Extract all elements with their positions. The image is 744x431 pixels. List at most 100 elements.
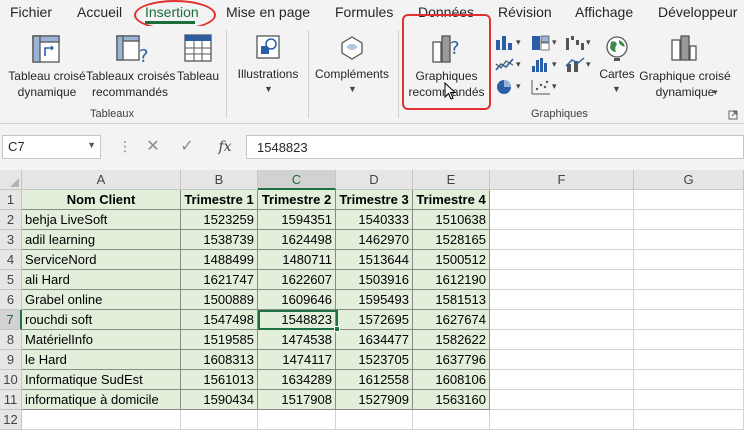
quarter-value-cell[interactable]: 1572695 (336, 310, 413, 330)
quarter-value-cell[interactable]: 1462970 (336, 230, 413, 250)
row-header-10[interactable]: 10 (0, 370, 22, 390)
quarter-value-cell[interactable]: 1528165 (413, 230, 490, 250)
cell[interactable] (634, 410, 744, 430)
client-name-cell[interactable]: Informatique SudEst (22, 370, 181, 390)
quarter-value-cell[interactable]: 1609646 (258, 290, 336, 310)
column-header-a[interactable]: A (22, 170, 181, 190)
pie-chart-icon[interactable] (494, 78, 516, 96)
cell[interactable] (336, 410, 413, 430)
client-name-cell[interactable]: ServiceNord (22, 250, 181, 270)
name-box-dropdown-icon[interactable]: ▼ (87, 140, 96, 150)
quarter-value-cell[interactable]: 1500512 (413, 250, 490, 270)
row-header-4[interactable]: 4 (0, 250, 22, 270)
pivot-table-icon[interactable] (31, 34, 61, 64)
cell[interactable] (634, 210, 744, 230)
cell[interactable] (490, 270, 634, 290)
pivot-chart-dropdown-icon[interactable]: ▾ (713, 87, 718, 98)
cell[interactable] (490, 310, 634, 330)
tab-formules[interactable]: Formules (335, 4, 393, 20)
column-chart-icon[interactable] (494, 34, 516, 52)
cell[interactable] (490, 390, 634, 410)
illustrations-dropdown-icon[interactable]: ▼ (264, 84, 273, 94)
row-header-8[interactable]: 8 (0, 330, 22, 350)
tab-affichage[interactable]: Affichage (575, 4, 633, 20)
quarter-value-cell[interactable]: 1621747 (181, 270, 258, 290)
quarter-value-cell[interactable]: 1523705 (336, 350, 413, 370)
table-icon[interactable] (184, 34, 212, 64)
statistic-chart-dropdown-icon[interactable]: ▾ (552, 59, 557, 70)
cell[interactable] (634, 250, 744, 270)
quarter-value-cell[interactable]: 1480711 (258, 250, 336, 270)
column-header-e[interactable]: E (413, 170, 490, 190)
row-header-2[interactable]: 2 (0, 210, 22, 230)
hierarchy-chart-icon[interactable] (530, 34, 552, 52)
column-header-d[interactable]: D (336, 170, 413, 190)
quarter-value-cell[interactable]: 1513644 (336, 250, 413, 270)
cell[interactable] (490, 350, 634, 370)
quarter-value-cell[interactable]: 1500889 (181, 290, 258, 310)
cell[interactable] (22, 410, 181, 430)
table-header-cell[interactable]: Trimestre 2 (258, 190, 336, 210)
client-name-cell[interactable]: ali Hard (22, 270, 181, 290)
cell[interactable] (634, 190, 744, 210)
waterfall-chart-icon[interactable] (564, 34, 586, 52)
client-name-cell[interactable]: informatique à domicile (22, 390, 181, 410)
cell[interactable] (490, 190, 634, 210)
maps-label[interactable]: Cartes (594, 66, 640, 82)
client-name-cell[interactable]: rouchdi soft (22, 310, 181, 330)
quarter-value-cell[interactable]: 1488499 (181, 250, 258, 270)
cell[interactable] (634, 330, 744, 350)
quarter-value-cell[interactable]: 1582622 (413, 330, 490, 350)
pivot-chart-label[interactable]: Graphique croisé dynamique (636, 68, 734, 100)
recommended-pivot-icon[interactable]: ? (115, 32, 151, 66)
tab-revision[interactable]: Révision (498, 4, 552, 20)
pivot-table-label[interactable]: Tableau croisé dynamique (4, 68, 90, 100)
column-header-c[interactable]: C (258, 170, 336, 190)
cell[interactable] (490, 370, 634, 390)
quarter-value-cell[interactable]: 1510638 (413, 210, 490, 230)
maps-dropdown-icon[interactable]: ▼ (612, 84, 621, 94)
quarter-value-cell[interactable]: 1517908 (258, 390, 336, 410)
combo-chart-icon[interactable] (564, 56, 586, 74)
quarter-value-cell[interactable]: 1523259 (181, 210, 258, 230)
cell[interactable] (490, 410, 634, 430)
cell[interactable] (490, 250, 634, 270)
pie-chart-dropdown-icon[interactable]: ▾ (516, 81, 521, 92)
quarter-value-cell[interactable]: 1637796 (413, 350, 490, 370)
row-header-3[interactable]: 3 (0, 230, 22, 250)
tab-accueil[interactable]: Accueil (77, 4, 122, 20)
row-header-6[interactable]: 6 (0, 290, 22, 310)
column-chart-dropdown-icon[interactable]: ▾ (516, 37, 521, 48)
column-header-b[interactable]: B (181, 170, 258, 190)
fill-handle[interactable] (334, 326, 340, 332)
quarter-value-cell[interactable]: 1634289 (258, 370, 336, 390)
quarter-value-cell[interactable]: 1612190 (413, 270, 490, 290)
quarter-value-cell[interactable]: 1561013 (181, 370, 258, 390)
row-header-7[interactable]: 7 (0, 310, 22, 330)
scatter-chart-dropdown-icon[interactable]: ▾ (552, 81, 557, 92)
illustrations-icon[interactable] (255, 34, 281, 62)
enter-icon[interactable]: ✓ (172, 135, 202, 159)
waterfall-chart-dropdown-icon[interactable]: ▾ (586, 37, 591, 48)
quarter-value-cell[interactable]: 1547498 (181, 310, 258, 330)
statistic-chart-icon[interactable] (530, 56, 552, 74)
cancel-icon[interactable]: ✕ (138, 135, 168, 159)
cell[interactable] (634, 270, 744, 290)
quarter-value-cell[interactable]: 1624498 (258, 230, 336, 250)
cell[interactable] (634, 290, 744, 310)
pivot-chart-icon[interactable] (670, 34, 698, 64)
spreadsheet-grid[interactable]: A B C D E F G 1 2 3 4 5 6 7 8 9 10 11 12 Nom Client Trimestr… (0, 170, 744, 431)
quarter-value-cell[interactable]: 1612558 (336, 370, 413, 390)
name-box[interactable]: C7 ▼ (2, 135, 101, 159)
table-label[interactable]: Tableau (176, 68, 220, 84)
quarter-value-cell[interactable]: 1634477 (336, 330, 413, 350)
illustrations-label[interactable]: Illustrations (232, 66, 304, 82)
addins-label[interactable]: Compléments (312, 66, 392, 82)
cell[interactable] (413, 410, 490, 430)
tab-developpeur[interactable]: Développeur (658, 4, 737, 20)
addins-dropdown-icon[interactable]: ▼ (348, 84, 357, 94)
column-header-g[interactable]: G (634, 170, 744, 190)
cell[interactable] (258, 410, 336, 430)
quarter-value-cell[interactable]: 1474117 (258, 350, 336, 370)
line-chart-icon[interactable] (494, 56, 516, 74)
